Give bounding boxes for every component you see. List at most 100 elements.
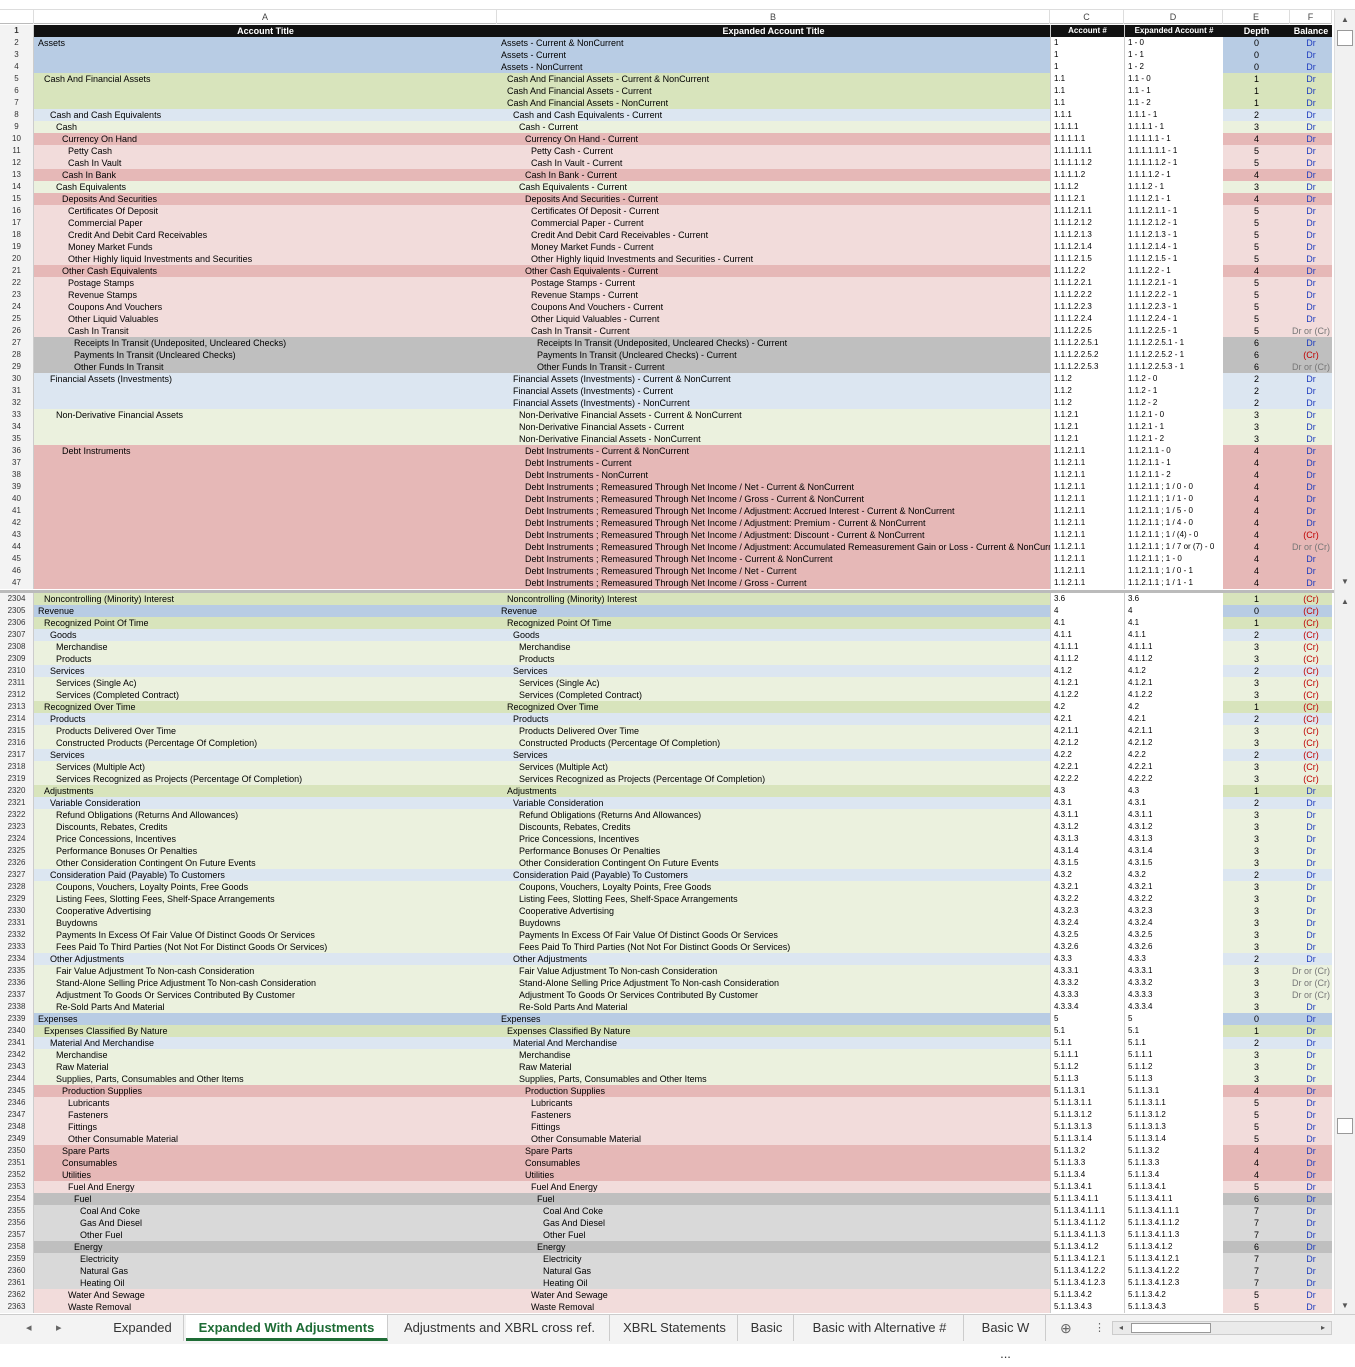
cell-balance[interactable]: Dr [1290,905,1332,917]
cell-expanded-account-number[interactable]: 4.2.2 [1124,749,1223,761]
cell-depth[interactable]: 3 [1223,725,1290,737]
cell-account-title[interactable]: Products [34,713,497,725]
row-number[interactable]: 2320 [0,785,34,797]
row-number[interactable]: 27 [0,337,34,349]
cell-depth[interactable]: 2 [1223,385,1290,397]
cell-expanded-account-number[interactable]: 1.1 - 0 [1124,73,1223,85]
cell-expanded-account-number[interactable]: 1.1 - 1 [1124,85,1223,97]
cell-depth[interactable]: 3 [1223,881,1290,893]
cell-expanded-account-title[interactable]: Payments In Excess Of Fair Value Of Dist… [497,929,1050,941]
cell-account-title[interactable]: Merchandise [34,641,497,653]
cell-account-number[interactable]: 1.1.1.1.1 [1050,133,1124,145]
row-number[interactable]: 47 [0,577,34,589]
cell-account-number[interactable]: 4.1.2.1 [1050,677,1124,689]
cell-depth[interactable]: 5 [1223,1133,1290,1145]
cell-account-number[interactable]: 4.1.1 [1050,629,1124,641]
cell-account-number[interactable]: 1.1.2.1.1 [1050,529,1124,541]
cell-account-title[interactable] [34,565,497,577]
cell-account-number[interactable]: 4.2.2.2 [1050,773,1124,785]
row-number[interactable]: 38 [0,469,34,481]
cell-account-title[interactable] [34,553,497,565]
header-expanded-account-title[interactable]: Expanded Account Title [497,25,1050,37]
row-number[interactable]: 29 [0,361,34,373]
scroll-down-arrow-icon[interactable]: ▼ [1338,1300,1352,1312]
cell-depth[interactable]: 3 [1223,689,1290,701]
cell-expanded-account-number[interactable]: 1.1.1.2.1.5 - 1 [1124,253,1223,265]
row-number[interactable]: 2352 [0,1169,34,1181]
cell-account-number[interactable]: 4.3.1.4 [1050,845,1124,857]
row-number[interactable]: 2325 [0,845,34,857]
cell-account-number[interactable]: 4.3.1.5 [1050,857,1124,869]
row-number[interactable]: 2307 [0,629,34,641]
cell-depth[interactable]: 2 [1223,373,1290,385]
cell-expanded-account-title[interactable]: Services [497,749,1050,761]
row-number[interactable]: 2358 [0,1241,34,1253]
cell-expanded-account-number[interactable]: 3.6 [1124,593,1223,605]
cell-balance[interactable]: Dr [1290,1073,1332,1085]
cell-balance[interactable]: Dr [1290,493,1332,505]
cell-account-number[interactable]: 1.1.1.2.2.4 [1050,313,1124,325]
cell-account-number[interactable]: 5.1.1.3.4.1.1 [1050,1193,1124,1205]
cell-account-number[interactable]: 1.1.1.2.2.2 [1050,289,1124,301]
row-number[interactable]: 4 [0,61,34,73]
cell-depth[interactable]: 3 [1223,409,1290,421]
cell-account-title[interactable]: Other Highly liquid Investments and Secu… [34,253,497,265]
cell-account-title[interactable]: Gas And Diesel [34,1217,497,1229]
cell-expanded-account-title[interactable]: Goods [497,629,1050,641]
cell-account-number[interactable]: 5.1.1.3.4.1.1.2 [1050,1217,1124,1229]
cell-expanded-account-title[interactable]: Debt Instruments - NonCurrent [497,469,1050,481]
cell-account-title[interactable]: Recognized Point Of Time [34,617,497,629]
cell-expanded-account-number[interactable]: 4.2.1 [1124,713,1223,725]
row-number[interactable]: 13 [0,169,34,181]
cell-expanded-account-title[interactable]: Coupons And Vouchers - Current [497,301,1050,313]
row-number[interactable]: 2359 [0,1253,34,1265]
cell-account-title[interactable]: Certificates Of Deposit [34,205,497,217]
cell-balance[interactable]: Dr [1290,421,1332,433]
column-header-d[interactable]: D [1124,10,1223,24]
cell-expanded-account-number[interactable]: 5.1 [1124,1025,1223,1037]
cell-depth[interactable]: 0 [1223,49,1290,61]
cell-expanded-account-number[interactable]: 1.1.1.2.2.1 - 1 [1124,277,1223,289]
cell-depth[interactable]: 5 [1223,277,1290,289]
cell-expanded-account-number[interactable]: 1.1.2.1.1 - 1 [1124,457,1223,469]
header-depth[interactable]: Depth [1223,25,1290,37]
row-number[interactable]: 9 [0,121,34,133]
cell-depth[interactable]: 2 [1223,749,1290,761]
cell-balance[interactable]: (Cr) [1290,665,1332,677]
cell-account-number[interactable]: 4.1 [1050,617,1124,629]
cell-balance[interactable]: (Cr) [1290,653,1332,665]
cell-balance[interactable]: Dr [1290,1133,1332,1145]
header-expanded-account-number[interactable]: Expanded Account # [1124,25,1223,37]
cell-expanded-account-title[interactable]: Raw Material [497,1061,1050,1073]
cell-account-number[interactable]: 5.1.1.3.4.1.1.3 [1050,1229,1124,1241]
cell-balance[interactable]: Dr [1290,1193,1332,1205]
cell-account-title[interactable] [34,469,497,481]
cell-account-title[interactable]: Credit And Debit Card Receivables [34,229,497,241]
row-number[interactable]: 2338 [0,1001,34,1013]
cell-expanded-account-title[interactable]: Fuel And Energy [497,1181,1050,1193]
cell-account-title[interactable]: Non-Derivative Financial Assets [34,409,497,421]
cell-expanded-account-number[interactable]: 1.1.1.2.1.4 - 1 [1124,241,1223,253]
cell-depth[interactable]: 6 [1223,349,1290,361]
scroll-right-arrow-icon[interactable]: ▸ [1316,1322,1330,1334]
cell-account-number[interactable]: 1.1.2.1 [1050,421,1124,433]
cell-expanded-account-title[interactable]: Debt Instruments ; Remeasured Through Ne… [497,553,1050,565]
cell-balance[interactable]: Dr [1290,881,1332,893]
row-number[interactable]: 1 [0,25,34,37]
cell-expanded-account-title[interactable]: Products Delivered Over Time [497,725,1050,737]
row-number[interactable]: 2343 [0,1061,34,1073]
cell-depth[interactable]: 5 [1223,217,1290,229]
cell-expanded-account-number[interactable]: 4.3 [1124,785,1223,797]
cell-expanded-account-title[interactable]: Other Highly liquid Investments and Secu… [497,253,1050,265]
cell-account-title[interactable]: Material And Merchandise [34,1037,497,1049]
cell-expanded-account-title[interactable]: Energy [497,1241,1050,1253]
cell-depth[interactable]: 2 [1223,665,1290,677]
cell-expanded-account-number[interactable]: 5.1.1.3.4.1.2.2 [1124,1265,1223,1277]
cell-expanded-account-title[interactable]: Cash In Vault - Current [497,157,1050,169]
cell-account-title[interactable]: Fuel [34,1193,497,1205]
cell-depth[interactable]: 1 [1223,701,1290,713]
cell-account-title[interactable] [34,397,497,409]
cell-balance[interactable]: (Cr) [1290,773,1332,785]
cell-account-title[interactable]: Petty Cash [34,145,497,157]
cell-account-number[interactable]: 1.1.1.2.2.3 [1050,301,1124,313]
